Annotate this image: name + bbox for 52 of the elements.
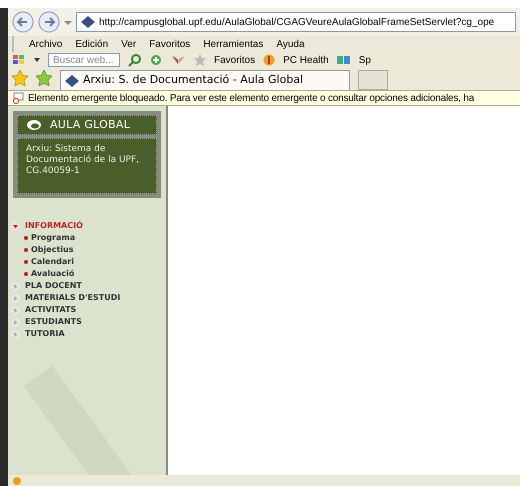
new-tab-button[interactable] — [358, 70, 388, 90]
dropdown-arrow-icon[interactable] — [34, 58, 40, 62]
pc-health-link[interactable]: PC Health — [283, 52, 329, 68]
nav-subitem[interactable]: Avaluació — [31, 268, 74, 280]
collapsed-arrow-icon[interactable] — [11, 294, 20, 302]
address-field[interactable]: http://campusglobal.upf.edu/AulaGlobal/CGAGVeureAulaGlobalFrameSetServlet?cg_ope — [76, 12, 516, 32]
nav-item[interactable]: MATERIALS D'ESTUDI — [25, 292, 120, 304]
nav-item[interactable]: ACTIVITATS — [25, 304, 76, 316]
nav-item[interactable]: PLA DOCENT — [25, 280, 82, 292]
collapsed-arrow-icon[interactable] — [11, 330, 20, 338]
bullet-icon — [24, 260, 28, 264]
plus-icon[interactable] — [150, 54, 162, 66]
bullet-icon — [24, 248, 28, 252]
menu-item[interactable]: Favoritos — [149, 36, 190, 52]
nav-subitem[interactable]: Programa — [31, 232, 76, 244]
expanded-arrow-icon[interactable] — [11, 222, 20, 230]
toolbar-link[interactable]: Sp — [358, 52, 371, 68]
shield-icon[interactable] — [263, 54, 276, 66]
nav-item[interactable]: TUTORIA — [25, 328, 65, 340]
browser-tab[interactable]: Arxiu: S. de Documentació - Aula Global — [60, 70, 350, 90]
back-button[interactable] — [12, 11, 34, 33]
course-title: Arxiu: Sistema de Documentació de la UPF, CG.40059-1 — [17, 138, 157, 194]
menu-item[interactable]: Ayuda — [276, 36, 305, 52]
blocked-popup-icon — [12, 92, 24, 104]
butterfly-icon[interactable] — [170, 54, 186, 66]
menu-item[interactable]: Ver — [121, 36, 136, 52]
nav-subitem[interactable]: Calendari — [31, 256, 74, 268]
bullet-icon — [24, 272, 28, 276]
globe-logo-icon — [26, 119, 42, 131]
status-icon — [12, 476, 22, 485]
search-field[interactable]: Buscar web... — [48, 53, 120, 67]
people-icon[interactable] — [336, 55, 351, 65]
star-icon[interactable] — [194, 54, 206, 66]
nav-subitem[interactable]: Objectius — [31, 244, 74, 256]
nav-item[interactable]: ESTUDIANTS — [25, 316, 82, 328]
logo[interactable]: AULA GLOBAL — [17, 115, 157, 135]
search-icon[interactable] — [128, 54, 142, 66]
page-icon — [65, 74, 79, 86]
menu-item[interactable]: Herramientas — [203, 36, 264, 52]
menu-item[interactable]: Edición — [75, 36, 108, 52]
collapsed-arrow-icon[interactable] — [11, 306, 20, 314]
forward-button[interactable] — [38, 11, 60, 33]
nav-item[interactable]: INFORMACIÓ — [25, 220, 83, 232]
favorites-star-icon[interactable] — [12, 70, 28, 86]
favorites-link[interactable]: Favoritos — [214, 52, 256, 68]
windows-logo-icon[interactable] — [12, 54, 26, 66]
add-favorite-icon[interactable] — [36, 70, 52, 86]
collapsed-arrow-icon[interactable] — [11, 318, 20, 326]
menu-item[interactable]: Archivo — [29, 36, 62, 52]
page-icon — [81, 16, 95, 28]
bullet-icon — [24, 236, 28, 240]
collapsed-arrow-icon[interactable] — [11, 282, 20, 290]
